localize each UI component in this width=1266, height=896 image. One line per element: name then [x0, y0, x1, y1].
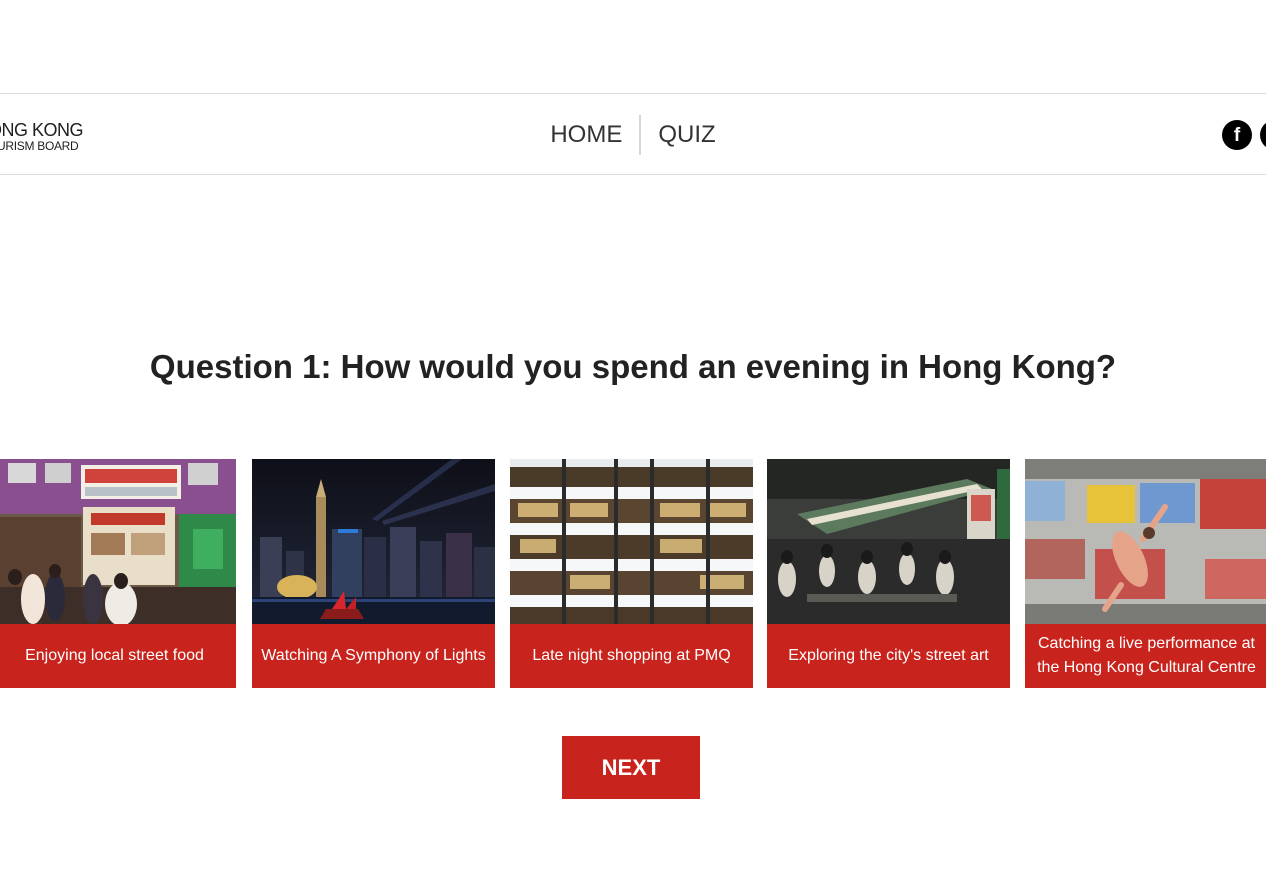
answer-option-cultural-centre[interactable]: Catching a live performance at the Hong … [1025, 459, 1266, 688]
harbour-skyline-photo [252, 459, 495, 624]
dancer-mural-photo [1025, 459, 1266, 624]
answer-option-street-food[interactable]: Enjoying local street food [0, 459, 236, 688]
nav-quiz-link[interactable]: QUIZ [641, 115, 732, 155]
pmq-building-photo [510, 459, 753, 624]
option-label: Watching A Symphony of Lights [252, 624, 495, 688]
option-label: Late night shopping at PMQ [510, 624, 753, 688]
option-label: Enjoying local street food [0, 624, 236, 688]
question-title: Question 1: How would you spend an eveni… [149, 348, 1117, 385]
answer-option-street-art[interactable]: Exploring the city's street art [767, 459, 1010, 688]
answer-option-pmq-shopping[interactable]: Late night shopping at PMQ [510, 459, 753, 688]
main-nav: HOME QUIZ [0, 115, 1266, 155]
street-food-photo [0, 459, 236, 624]
option-label: Exploring the city's street art [767, 624, 1010, 688]
top-navigation-bar: ONG KONG OURISM BOARD HOMEQUIZ f [0, 93, 1266, 175]
street-scene-photo [767, 459, 1010, 624]
nav-home-link[interactable]: HOME [533, 115, 639, 155]
answer-option-symphony-of-lights[interactable]: Watching A Symphony of Lights [252, 459, 495, 688]
next-button[interactable]: NEXT [562, 736, 700, 799]
facebook-icon[interactable]: f [1222, 120, 1252, 150]
option-label: Catching a live performance at the Hong … [1025, 624, 1266, 688]
